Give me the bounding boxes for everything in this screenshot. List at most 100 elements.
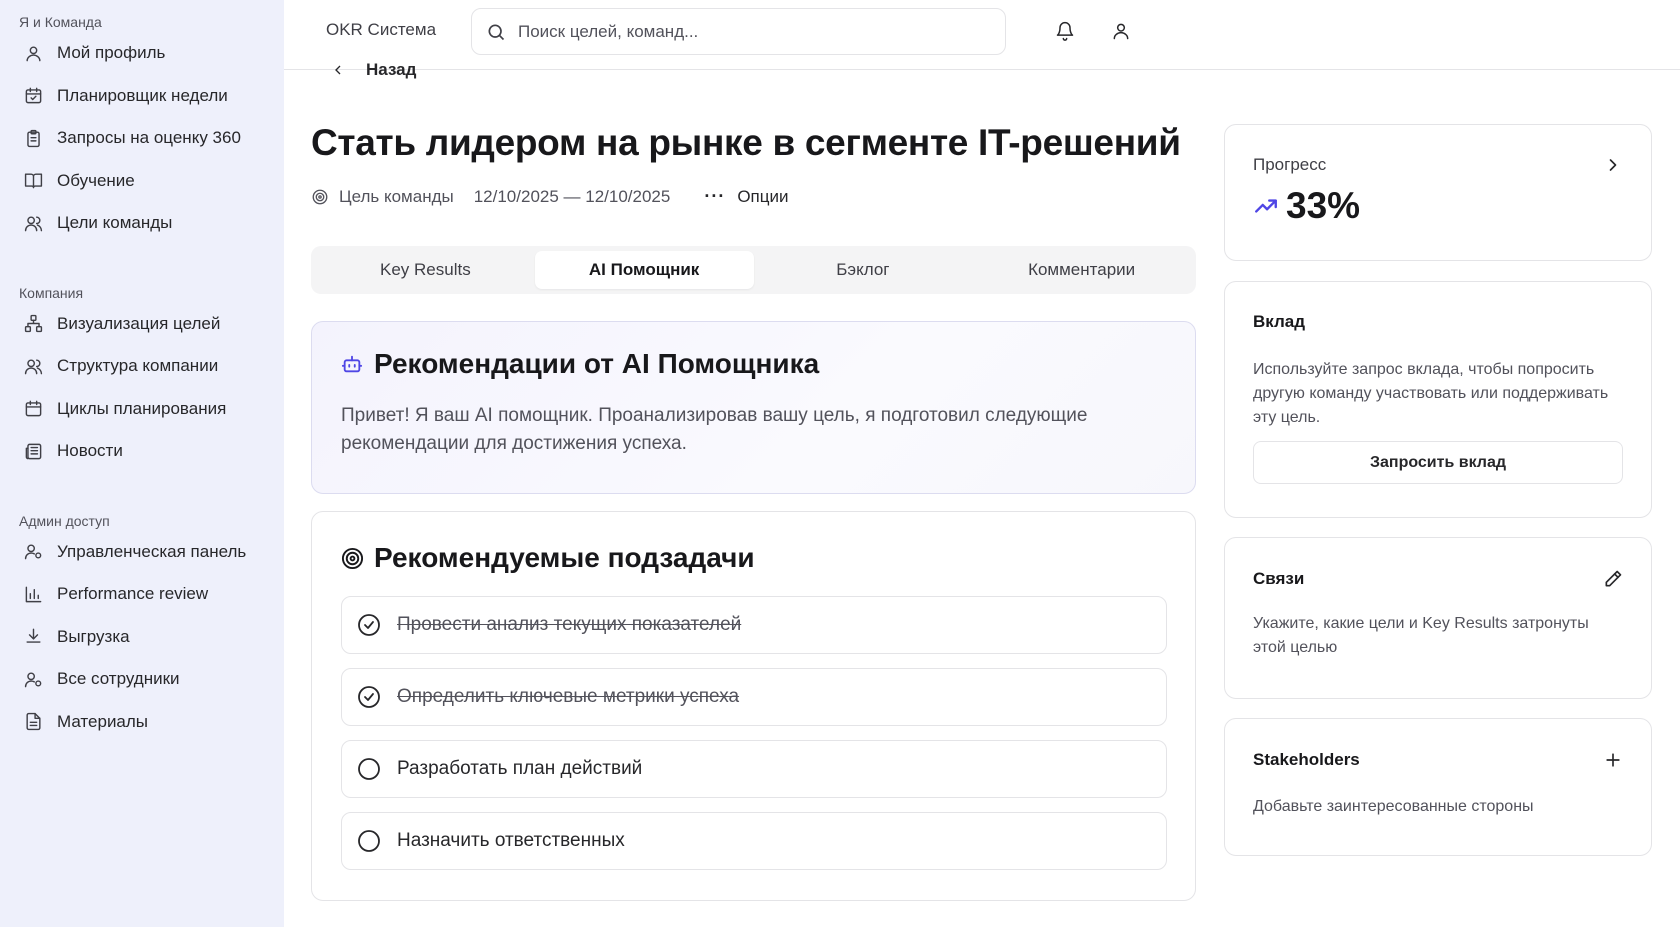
download-icon xyxy=(23,627,43,647)
sidebar-item-planning-cycles[interactable]: Циклы планирования xyxy=(0,388,284,431)
sidebar-item-all-employees[interactable]: Все сотрудники xyxy=(0,658,284,701)
progress-title: Прогресс xyxy=(1253,155,1327,174)
app-root: Я и Команда Мой профиль Планировщик неде… xyxy=(0,0,1680,927)
subtask-label: Провести анализ текущих показателей xyxy=(397,614,742,635)
sidebar-item-label: Обучение xyxy=(57,170,135,190)
sidebar-item-materials[interactable]: Материалы xyxy=(0,701,284,744)
goal-type: Цель команды xyxy=(339,186,454,206)
app-brand[interactable]: OKR Система xyxy=(326,20,436,40)
contribution-card: Вклад Используйте запрос вклада, чтобы п… xyxy=(1224,281,1652,518)
circle-icon[interactable] xyxy=(357,757,381,781)
subtask-item[interactable]: Назначить ответственных xyxy=(341,812,1167,870)
links-title: Связи xyxy=(1253,569,1305,588)
ai-card-text: Привет! Я ваш AI помощник. Проанализиров… xyxy=(341,405,1088,454)
stakeholders-text: Добавьте заинтересованные стороны xyxy=(1253,798,1534,815)
sidebar-item-my-profile[interactable]: Мой профиль xyxy=(0,32,284,75)
network-icon xyxy=(23,314,43,334)
sidebar-item-label: Выгрузка xyxy=(57,626,130,646)
sidebar-item-label: Запросы на оценку 360 xyxy=(57,128,241,148)
circle-icon[interactable] xyxy=(357,829,381,853)
sidebar-item-label: Мой профиль xyxy=(57,43,166,63)
tab-ai-assistant[interactable]: AI Помощник xyxy=(534,251,754,289)
sidebar-item-360-requests[interactable]: Запросы на оценку 360 xyxy=(0,117,284,160)
sidebar-item-label: Визуализация целей xyxy=(57,313,221,333)
check-circle-icon[interactable] xyxy=(357,685,381,709)
contribution-title: Вклад xyxy=(1253,312,1306,331)
more-horizontal-icon: ··· xyxy=(704,186,726,206)
newspaper-icon xyxy=(23,441,43,461)
check-circle-icon[interactable] xyxy=(357,613,381,637)
links-header: Связи xyxy=(1253,569,1623,589)
back-button[interactable]: Назад xyxy=(330,60,416,80)
users-icon xyxy=(23,213,43,233)
progress-value-row: 33% xyxy=(1253,185,1623,227)
sidebar: Я и Команда Мой профиль Планировщик неде… xyxy=(0,0,284,927)
tab-key-results[interactable]: Key Results xyxy=(316,251,535,289)
sidebar-item-label: Управленческая панель xyxy=(57,541,247,561)
sidebar-item-label: Цели команды xyxy=(57,213,173,233)
stakeholders-header: Stakeholders xyxy=(1253,750,1623,770)
subtask-label: Назначить ответственных xyxy=(397,830,625,851)
sidebar-item-company-structure[interactable]: Структура компании xyxy=(0,345,284,388)
recommended-subtasks-card: Рекомендуемые подзадачи Провести анализ … xyxy=(311,511,1196,901)
ai-recommendations-card: Рекомендации от AI Помощника Привет! Я в… xyxy=(311,321,1196,494)
user-cog-icon xyxy=(23,669,43,689)
sidebar-item-label: Циклы планирования xyxy=(57,398,227,418)
user-profile-icon[interactable] xyxy=(1109,19,1133,43)
subtask-item[interactable]: Определить ключевые метрики успеха xyxy=(341,668,1167,726)
sidebar-item-label: Все сотрудники xyxy=(57,669,180,689)
contribution-header: Вклад xyxy=(1253,312,1623,332)
subtask-item[interactable]: Разработать план действий xyxy=(341,740,1167,798)
search-box[interactable] xyxy=(471,8,1006,55)
search-icon xyxy=(488,24,505,40)
sidebar-item-goal-visualization[interactable]: Визуализация целей xyxy=(0,303,284,346)
sidebar-item-news[interactable]: Новости xyxy=(0,430,284,473)
notifications-bell-icon[interactable] xyxy=(1053,19,1077,43)
bar-chart-icon xyxy=(23,584,43,604)
progress-header: Прогресс xyxy=(1253,155,1623,175)
ai-card-heading: Рекомендации от AI Помощника xyxy=(341,348,1166,380)
options-button[interactable]: ··· Опции xyxy=(704,186,788,207)
calendar-check-icon xyxy=(23,86,43,106)
search-input[interactable] xyxy=(518,21,958,42)
trending-up-icon xyxy=(1255,199,1277,213)
subtasks-title: Рекомендуемые подзадачи xyxy=(374,542,755,573)
sidebar-item-label: Материалы xyxy=(57,711,149,731)
progress-value: 33% xyxy=(1286,185,1361,226)
user-cog-icon xyxy=(23,542,43,562)
chevron-left-icon xyxy=(335,65,341,75)
sidebar-item-export[interactable]: Выгрузка xyxy=(0,616,284,659)
tab-comments[interactable]: Комментарии xyxy=(972,251,1191,289)
request-contribution-button[interactable]: Запросить вклад xyxy=(1253,441,1623,484)
sidebar-item-label: Планировщик недели xyxy=(57,85,228,105)
contribution-text: Используйте запрос вклада, чтобы попроси… xyxy=(1253,361,1609,426)
sidebar-item-week-planner[interactable]: Планировщик недели xyxy=(0,75,284,118)
sidebar-item-label: Структура компании xyxy=(57,356,219,376)
chevron-right-icon[interactable] xyxy=(1603,155,1623,175)
file-text-icon xyxy=(23,712,43,732)
goal-dates: 12/10/2025 — 12/10/2025 xyxy=(473,186,671,206)
target-icon xyxy=(312,189,328,204)
sidebar-item-management-panel[interactable]: Управленческая панель xyxy=(0,531,284,574)
progress-card[interactable]: Прогресс 33% xyxy=(1224,124,1652,261)
sidebar-section-title: Админ доступ xyxy=(19,512,110,529)
pencil-icon[interactable] xyxy=(1603,569,1623,589)
sidebar-item-team-goals[interactable]: Цели команды xyxy=(0,202,284,245)
tab-backlog[interactable]: Бэклог xyxy=(754,251,973,289)
sidebar-item-performance-review[interactable]: Performance review xyxy=(0,573,284,616)
users-icon xyxy=(23,356,43,376)
subtask-label: Разработать план действий xyxy=(397,758,643,779)
plus-icon[interactable] xyxy=(1603,750,1623,770)
target-icon xyxy=(341,547,364,569)
sidebar-item-label: Новости xyxy=(57,441,123,461)
user-icon xyxy=(23,43,43,63)
subtask-item[interactable]: Провести анализ текущих показателей xyxy=(341,596,1167,654)
stakeholders-title: Stakeholders xyxy=(1253,750,1360,769)
subtasks-heading: Рекомендуемые подзадачи xyxy=(341,542,1166,574)
book-icon xyxy=(23,171,43,191)
sidebar-item-learning[interactable]: Обучение xyxy=(0,160,284,203)
top-header: OKR Система xyxy=(284,0,1680,70)
options-label: Опции xyxy=(737,186,789,206)
clipboard-icon xyxy=(23,128,43,148)
goal-meta: Цель команды 12/10/2025 — 12/10/2025 ···… xyxy=(311,186,789,207)
